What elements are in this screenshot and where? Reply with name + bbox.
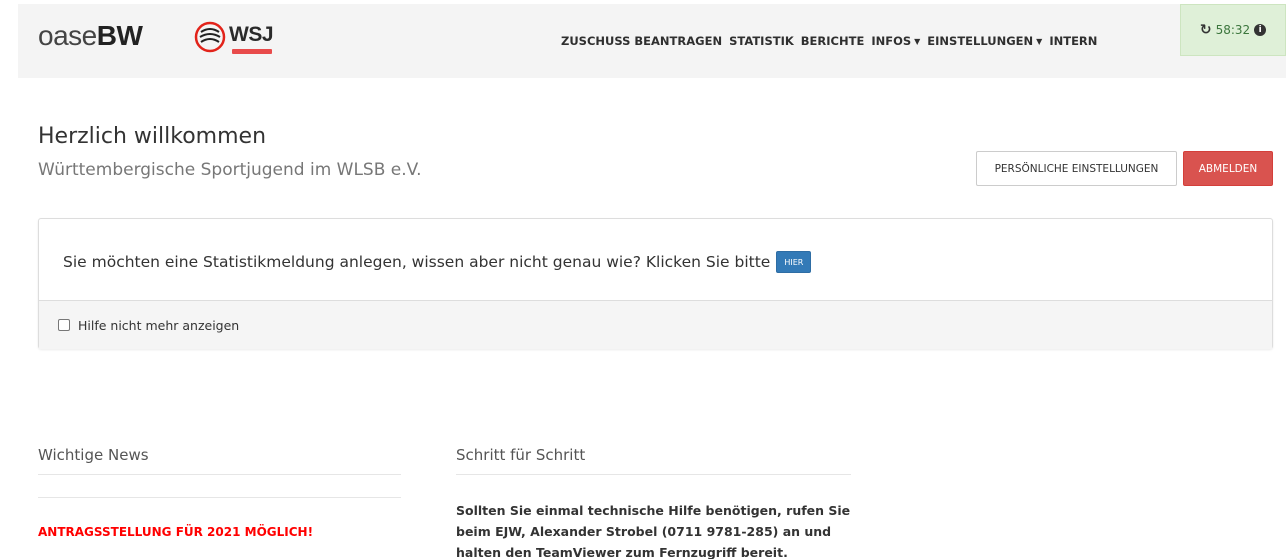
main-nav: ZUSCHUSS BEANTRAGEN STATISTIK BERICHTE I…: [561, 34, 1097, 48]
help-panel-footer: Hilfe nicht mehr anzeigen: [39, 301, 1272, 349]
help-panel: Sie möchten eine Statistikmeldung anlege…: [38, 218, 1273, 349]
divider: [38, 474, 401, 475]
personal-settings-button[interactable]: PERSÖNLICHE EINSTELLUNGEN: [976, 151, 1177, 186]
help-link-button[interactable]: HIER: [776, 251, 812, 273]
help-panel-body: Sie möchten eine Statistikmeldung anlege…: [39, 219, 1272, 301]
technical-help-text: Sollten Sie einmal technische Hilfe benö…: [456, 503, 851, 559]
brand-logo-light: oase: [38, 20, 97, 51]
session-timer[interactable]: ↻ 58:32 i: [1180, 4, 1286, 56]
nav-item-infos[interactable]: INFOS ▼: [871, 34, 920, 48]
nav-item-berichte[interactable]: BERICHTE: [801, 34, 865, 48]
nav-item-label: EINSTELLUNGEN: [927, 34, 1034, 48]
caret-down-icon: ▼: [1036, 36, 1043, 46]
nav-item-label: BERICHTE: [800, 34, 865, 48]
caret-down-icon: ▼: [914, 36, 921, 46]
divider: [38, 497, 401, 498]
navbar: oaseBW WSJ ZUSCHUSS BEANTRAGEN STATISTIK…: [18, 4, 1286, 78]
session-timer-value: 58:32: [1215, 23, 1251, 37]
nav-item-label: INFOS: [871, 34, 912, 48]
nav-item-label: INTERN: [1049, 34, 1098, 48]
nav-item-intern[interactable]: INTERN: [1049, 34, 1097, 48]
divider: [456, 474, 851, 475]
brand-logo-bold: BW: [96, 20, 143, 51]
hide-help-label[interactable]: Hilfe nicht mehr anzeigen: [78, 318, 239, 333]
nav-item-zuschuss-beantragen[interactable]: ZUSCHUSS BEANTRAGEN: [561, 34, 722, 48]
organization-name: Württembergische Sportjugend im WLSB e.V…: [38, 160, 422, 180]
news-section-title: Wichtige News: [38, 446, 149, 464]
nav-item-label: STATISTIK: [729, 34, 794, 48]
nav-item-label: ZUSCHUSS BEANTRAGEN: [561, 34, 723, 48]
wsj-logo-subline: [232, 49, 272, 54]
refresh-icon[interactable]: ↻: [1200, 22, 1212, 38]
nav-item-einstellungen[interactable]: EINSTELLUNGEN ▼: [927, 34, 1042, 48]
info-circle-icon[interactable]: i: [1254, 24, 1267, 36]
nav-item-statistik[interactable]: STATISTIK: [729, 34, 794, 48]
help-panel-text: Sie möchten eine Statistikmeldung anlege…: [63, 253, 771, 271]
wsj-logo-text: WSJ: [229, 23, 274, 46]
steps-section-title: Schritt für Schritt: [456, 446, 586, 464]
wsj-logo: WSJ: [194, 20, 304, 62]
hide-help-checkbox[interactable]: [58, 319, 70, 331]
brand-logo[interactable]: oaseBW: [38, 20, 143, 52]
news-headline-link[interactable]: ANTRAGSSTELLUNG FÜR 2021 MÖGLICH!: [38, 525, 313, 539]
logout-button[interactable]: ABMELDEN: [1183, 151, 1273, 186]
help-panel-message: Sie möchten eine Statistikmeldung anlege…: [63, 251, 812, 273]
page-title: Herzlich willkommen: [38, 124, 267, 149]
wsj-emblem-icon: [194, 21, 226, 53]
